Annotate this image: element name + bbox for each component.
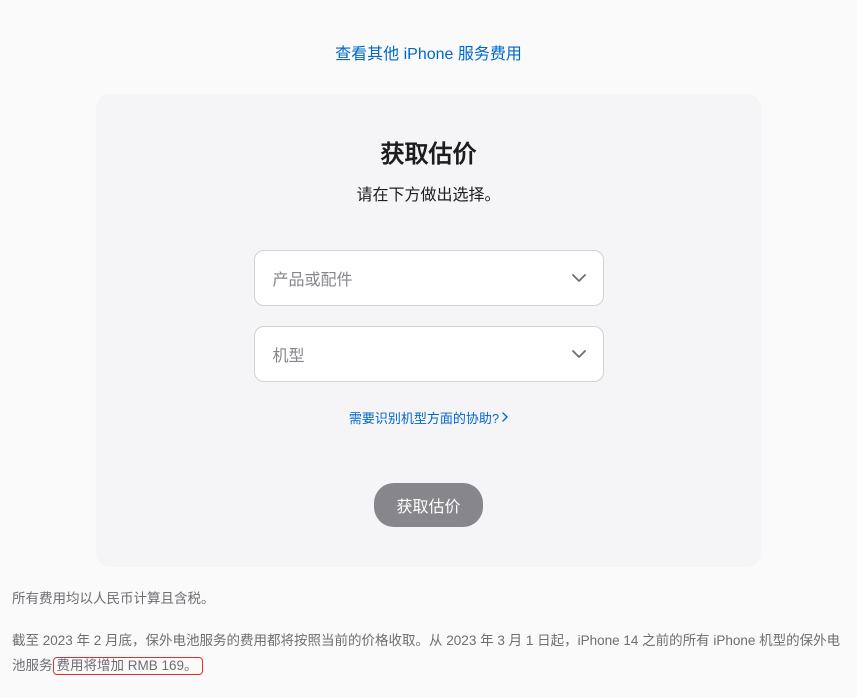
model-select-wrapper: 机型 [254,326,604,382]
card-title: 获取估价 [116,134,741,169]
action-row: 获取估价 [116,483,741,527]
estimate-card: 获取估价 请在下方做出选择。 产品或配件 机型 需要识别机型方面的协助? 获取估… [96,94,761,567]
footer-paragraph-1: 所有费用均以人民币计算且含税。 [12,587,845,611]
footer-paragraph-2: 截至 2023 年 2 月底，保外电池服务的费用都将按照当前的价格收取。从 20… [12,629,845,678]
identify-model-help-link[interactable]: 需要识别机型方面的协助? [349,408,508,427]
product-select[interactable]: 产品或配件 [254,250,604,306]
card-subtitle: 请在下方做出选择。 [116,181,741,205]
product-select-wrapper: 产品或配件 [254,250,604,306]
other-services-link[interactable]: 查看其他 iPhone 服务费用 [335,46,522,63]
help-link-text: 需要识别机型方面的协助? [349,408,499,427]
footer-text: 所有费用均以人民币计算且含税。 截至 2023 年 2 月底，保外电池服务的费用… [10,587,847,678]
model-select[interactable]: 机型 [254,326,604,382]
chevron-right-icon [502,410,508,425]
price-increase-highlight: 费用将增加 RMB 169。 [53,657,203,675]
get-estimate-button[interactable]: 获取估价 [374,483,482,527]
top-link-row: 查看其他 iPhone 服务费用 [10,40,847,64]
